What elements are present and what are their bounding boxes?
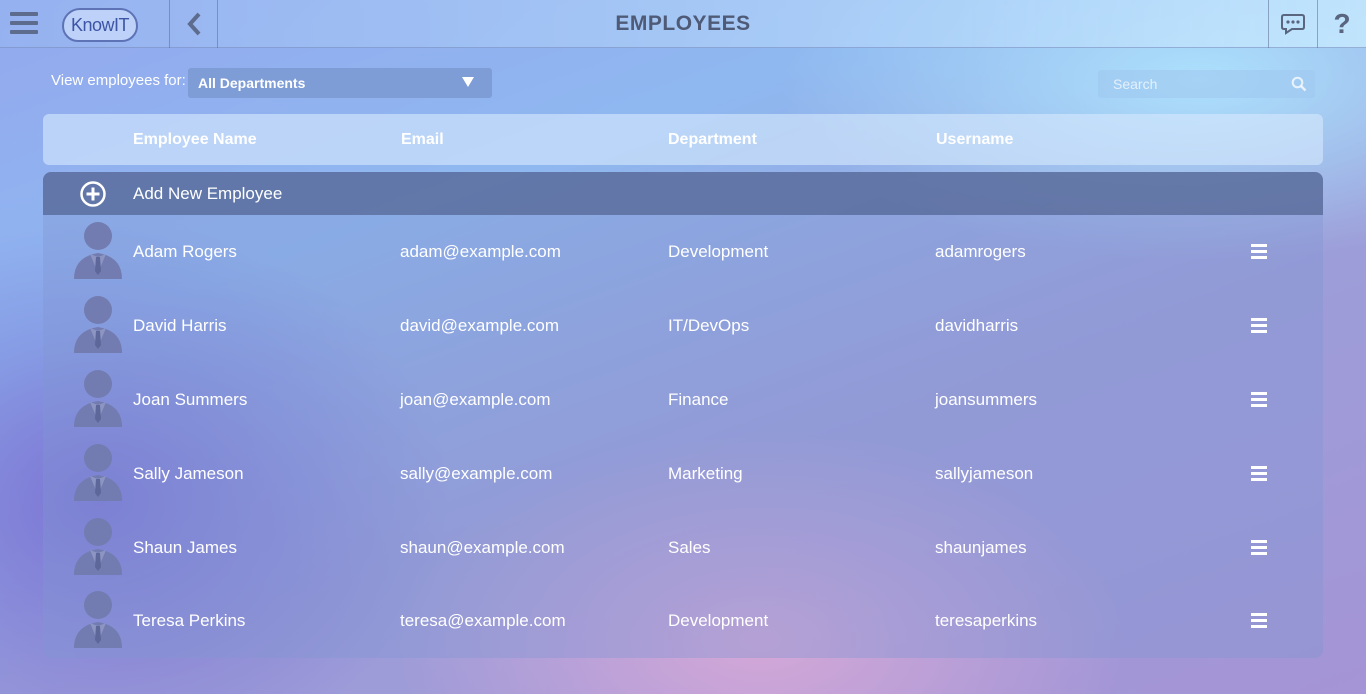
row-menu-icon[interactable] [1251,466,1267,482]
table-row[interactable]: David Harris david@example.com IT/DevOps… [43,289,1323,363]
person-avatar-icon [74,296,122,353]
magnifier-icon[interactable] [1291,76,1307,92]
table-row[interactable]: Teresa Perkins teresa@example.com Develo… [43,584,1323,658]
plus-circle-icon [80,181,106,207]
back-button[interactable] [170,0,217,48]
employee-username: teresaperkins [935,611,1038,630]
chat-button[interactable] [1269,0,1317,48]
employee-username: joansummers [935,390,1038,409]
employee-username: davidharris [935,316,1019,335]
employee-username: adamrogers [935,242,1026,261]
hamburger-icon-line [10,12,38,16]
table-row[interactable]: Adam Rogers adam@example.com Development… [43,215,1323,289]
chevron-left-icon [186,12,200,36]
filter-label: View employees for: [51,72,186,89]
top-bar: KnowIT EMPLOYEES ? [0,0,1366,48]
employee-name: Shaun James [133,538,237,557]
chat-bubble-icon [1281,14,1305,35]
add-new-employee-row[interactable]: Add New Employee [43,172,1323,215]
employee-email: sally@example.com [400,464,553,483]
employee-email: shaun@example.com [400,538,565,557]
knowit-logo[interactable]: KnowIT [62,8,138,42]
row-menu-icon[interactable] [1251,244,1267,260]
employee-list: Add New Employee Adam Rogers adam@exampl… [43,172,1323,658]
main-menu-button[interactable] [0,0,48,48]
column-header-email[interactable]: Email [401,131,444,149]
person-avatar-icon [74,222,122,279]
row-menu-icon[interactable] [1251,613,1267,629]
table-row[interactable]: Sally Jameson sally@example.com Marketin… [43,437,1323,511]
question-mark-icon: ? [1333,8,1351,39]
person-avatar-icon [74,591,122,648]
employee-name: Adam Rogers [133,242,237,261]
employee-name: Teresa Perkins [133,611,246,630]
employee-email: joan@example.com [400,390,551,409]
employee-email: david@example.com [400,316,559,335]
employee-department: Development [668,242,769,261]
employee-email: teresa@example.com [400,611,566,630]
help-button[interactable]: ? [1318,0,1366,48]
person-avatar-icon [74,444,122,501]
employee-department: Finance [668,390,729,409]
row-menu-icon[interactable] [1251,318,1267,334]
table-header: Employee Name Email Department Username [43,114,1323,165]
logo-text: KnowIT [70,14,130,35]
row-menu-icon[interactable] [1251,540,1267,556]
employee-department: Sales [668,538,711,557]
table-row[interactable]: Joan Summers joan@example.com Finance jo… [43,363,1323,437]
column-header-department[interactable]: Department [668,131,757,149]
column-header-name[interactable]: Employee Name [133,131,257,149]
dropdown-arrow-icon [462,77,474,87]
hamburger-icon-line [10,30,38,34]
column-header-username[interactable]: Username [936,131,1013,149]
table-row[interactable]: Shaun James shaun@example.com Sales shau… [43,511,1323,585]
search-input[interactable] [1098,70,1315,98]
employee-username: sallyjameson [935,464,1034,483]
divider [217,0,218,48]
hamburger-icon-line [10,21,38,25]
person-avatar-icon [74,518,122,575]
row-menu-icon[interactable] [1251,392,1267,408]
employee-name: David Harris [133,316,227,335]
employee-department: IT/DevOps [668,316,750,335]
add-new-employee-label: Add New Employee [133,184,283,203]
employee-username: shaunjames [935,538,1027,557]
person-avatar-icon [74,370,122,427]
employee-department: Marketing [668,464,743,483]
employee-name: Joan Summers [133,390,248,409]
search-box [1098,70,1315,98]
department-select[interactable]: All Departments [188,68,492,98]
employee-email: adam@example.com [400,242,561,261]
department-select-value: All Departments [198,75,306,91]
employee-name: Sally Jameson [133,464,244,483]
employee-department: Development [668,611,769,630]
